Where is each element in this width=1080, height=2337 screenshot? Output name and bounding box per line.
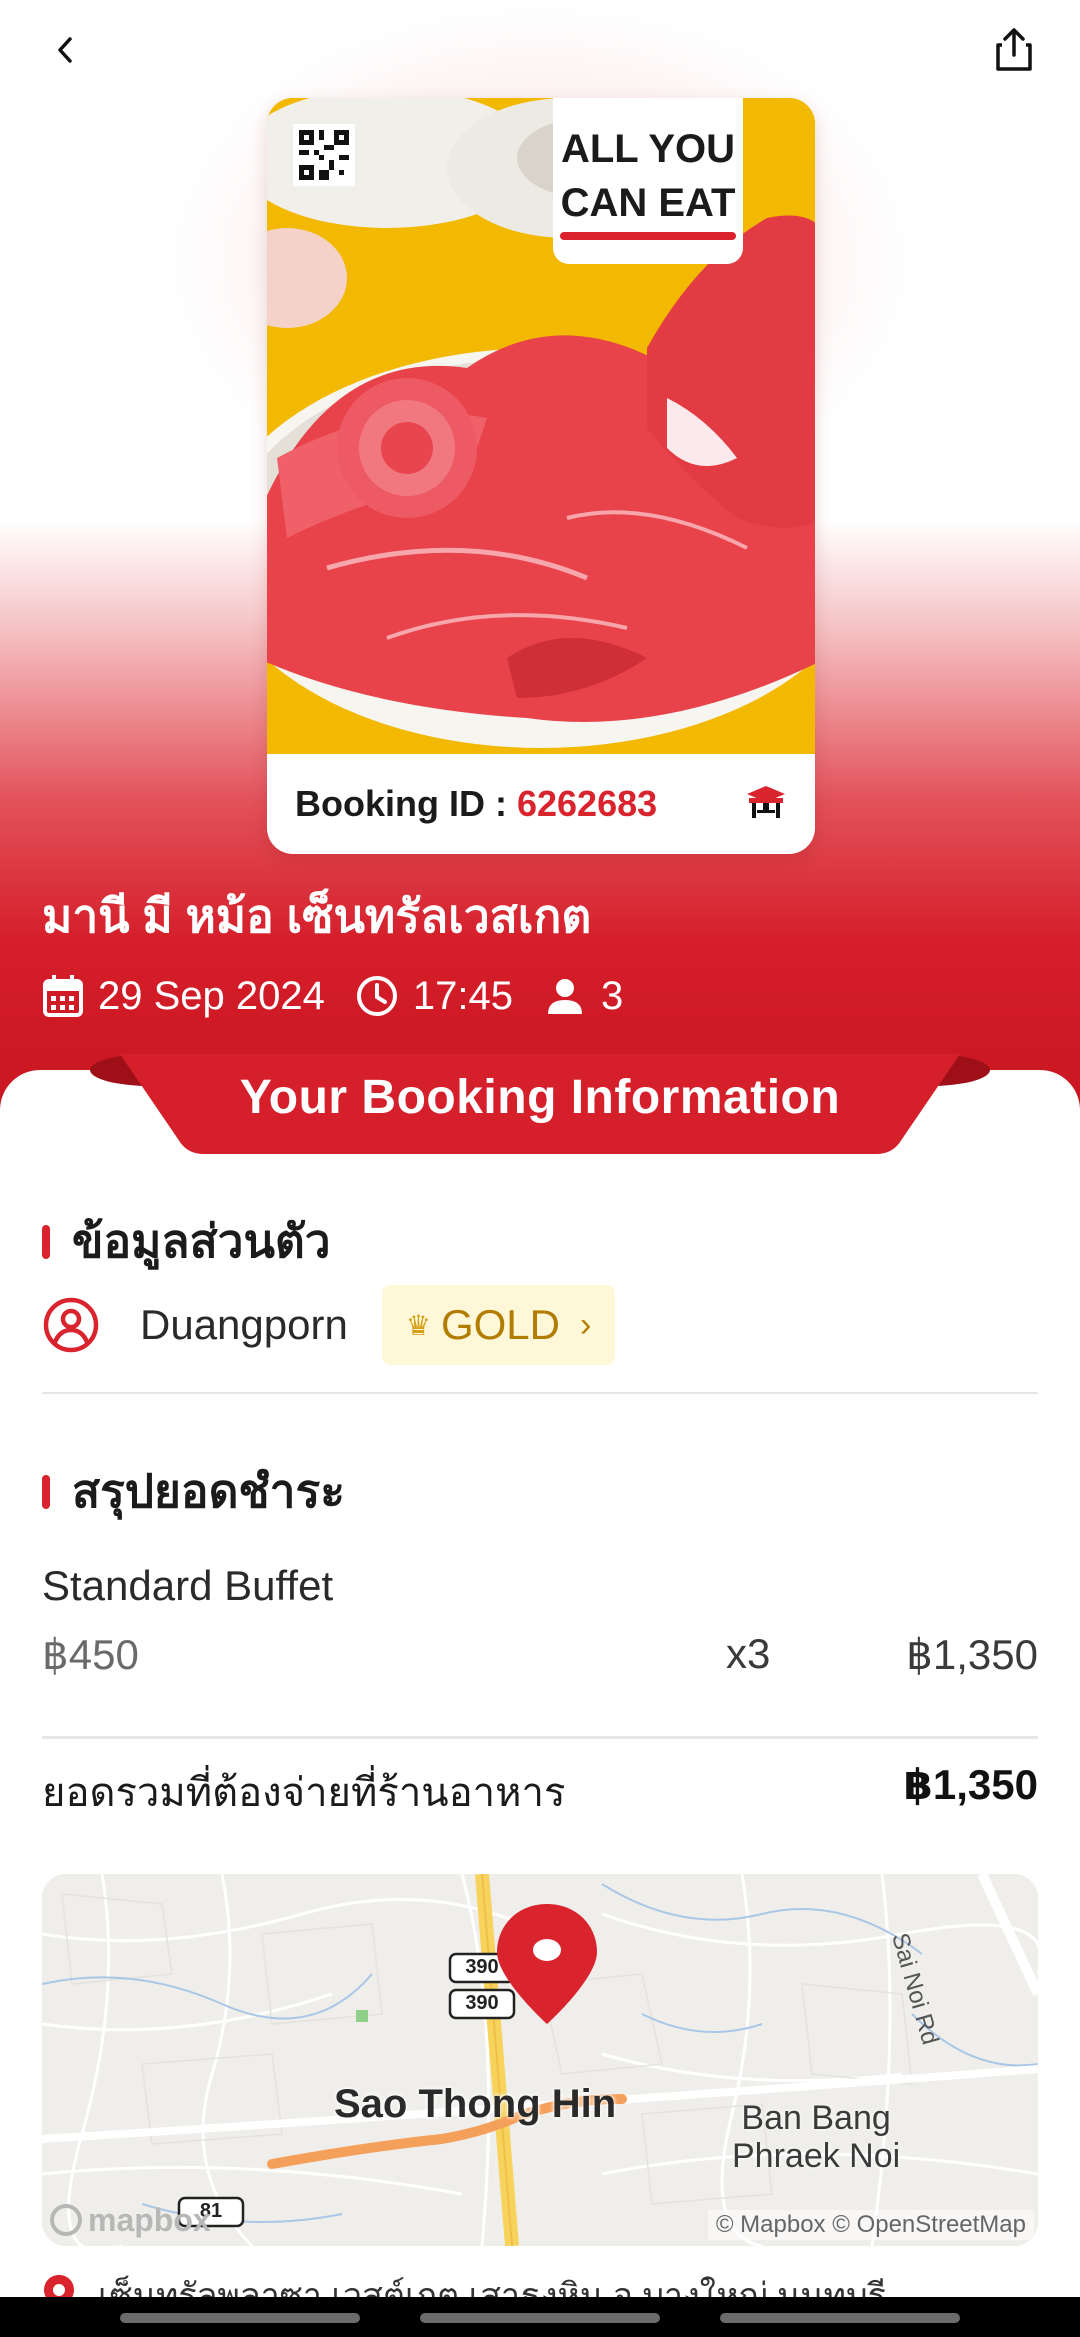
booking-info-banner: Your Booking Information: [80, 1054, 1000, 1154]
line-item-row: ฿450 x3 ฿1,350: [42, 1630, 1038, 1686]
mapbox-brand: mapbox: [88, 2201, 211, 2238]
map-label-sao-thong-hin: Sao Thong Hin: [334, 2082, 617, 2126]
clock-icon: [356, 976, 397, 1016]
tag-underline: [560, 232, 736, 240]
line-total: ฿1,350: [906, 1631, 1038, 1678]
share-button[interactable]: [978, 14, 1050, 86]
personal-info-title: ข้อมูลส่วนตัว: [42, 1205, 331, 1278]
shield-390-b: 390: [465, 1992, 499, 2014]
grand-total-row: ยอดรวมที่ต้องจ่ายที่ร้านอาหาร ฿1,350: [42, 1760, 1038, 1820]
chevron-right-icon: ›: [579, 1305, 592, 1344]
map-label-line-1: Ban Bang: [741, 2099, 891, 2137]
booking-time: 17:45: [412, 973, 513, 1018]
booking-date: 29 Sep 2024: [98, 973, 325, 1018]
qr-code-icon: [293, 124, 355, 186]
map-label-ban-bang: Ban Bang Phraek Noi: [732, 2099, 900, 2175]
back-button[interactable]: [30, 14, 102, 86]
user-circle-icon: [43, 1297, 99, 1353]
map-attribution[interactable]: © Mapbox © OpenStreetMap: [707, 2210, 1034, 2240]
restaurant-name: มานี มี หม้อ เซ็นทรัลเวสเกต: [42, 890, 592, 942]
unit-price: ฿450: [42, 1631, 139, 1678]
user-name: Duangporn: [140, 1301, 348, 1348]
tag-line-2: CAN EAT: [560, 181, 736, 225]
map-label-line-2: Phraek Noi: [732, 2137, 901, 2175]
booking-card[interactable]: ALL YOU CAN EAT Booking ID : 6262683: [267, 98, 815, 854]
section-accent: [42, 1224, 50, 1259]
payment-summary-title: สรุปยอดชำระ: [42, 1455, 345, 1528]
divider: [42, 1392, 1038, 1394]
mapbox-icon: [50, 2204, 82, 2236]
system-nav-bar: [0, 2297, 1080, 2337]
mapbox-logo[interactable]: mapbox: [50, 2200, 211, 2240]
time-item: 17:45: [355, 974, 513, 1019]
payment-summary-label: สรุปยอดชำระ: [72, 1465, 345, 1517]
person-icon: [547, 979, 582, 1014]
line-item-name: Standard Buffet: [42, 1562, 334, 1609]
nav-pill[interactable]: [720, 2313, 960, 2323]
share-icon: [996, 28, 1032, 71]
booking-id-value: 6262683: [516, 783, 658, 824]
booking-id-label: Booking ID :: [295, 783, 507, 824]
membership-tier-badge[interactable]: ♛ GOLD ›: [381, 1285, 616, 1365]
grand-total-label: ยอดรวมที่ต้องจ่ายที่ร้านอาหาร: [42, 1771, 566, 1815]
banner-title: Your Booking Information: [239, 1071, 841, 1124]
tier-label: GOLD: [440, 1301, 560, 1348]
booking-meta-row: 29 Sep 2024 17:45 3: [42, 966, 653, 1026]
crown-icon: ♛: [405, 1309, 431, 1341]
location-map[interactable]: 390 390 81 Sao Thong Hin Ban Bang Phraek…: [42, 1874, 1038, 2246]
date-item: 29 Sep 2024: [42, 974, 325, 1019]
quantity: x3: [726, 1630, 771, 1677]
personal-info-label: ข้อมูลส่วนตัว: [72, 1215, 331, 1267]
tag-line-1: ALL YOU: [560, 127, 736, 171]
all-you-can-eat-tag: ALL YOU CAN EAT: [553, 98, 743, 264]
calendar-icon: [43, 975, 83, 1017]
section-accent: [42, 1474, 50, 1509]
grand-total-value: ฿1,350: [903, 1761, 1038, 1808]
nav-pill[interactable]: [120, 2313, 360, 2323]
promo-image: ALL YOU CAN EAT: [267, 98, 815, 754]
user-row: Duangporn ♛ GOLD ›: [42, 1285, 616, 1365]
table-icon: [745, 784, 787, 825]
divider: [42, 1736, 1038, 1739]
guest-count: 3: [600, 973, 624, 1018]
chevron-left-icon: [58, 37, 72, 63]
booking-id-row: Booking ID : 6262683: [267, 754, 815, 854]
shield-390-a: 390: [465, 1956, 499, 1978]
nav-pill[interactable]: [420, 2313, 660, 2323]
guests-item: 3: [543, 974, 623, 1019]
